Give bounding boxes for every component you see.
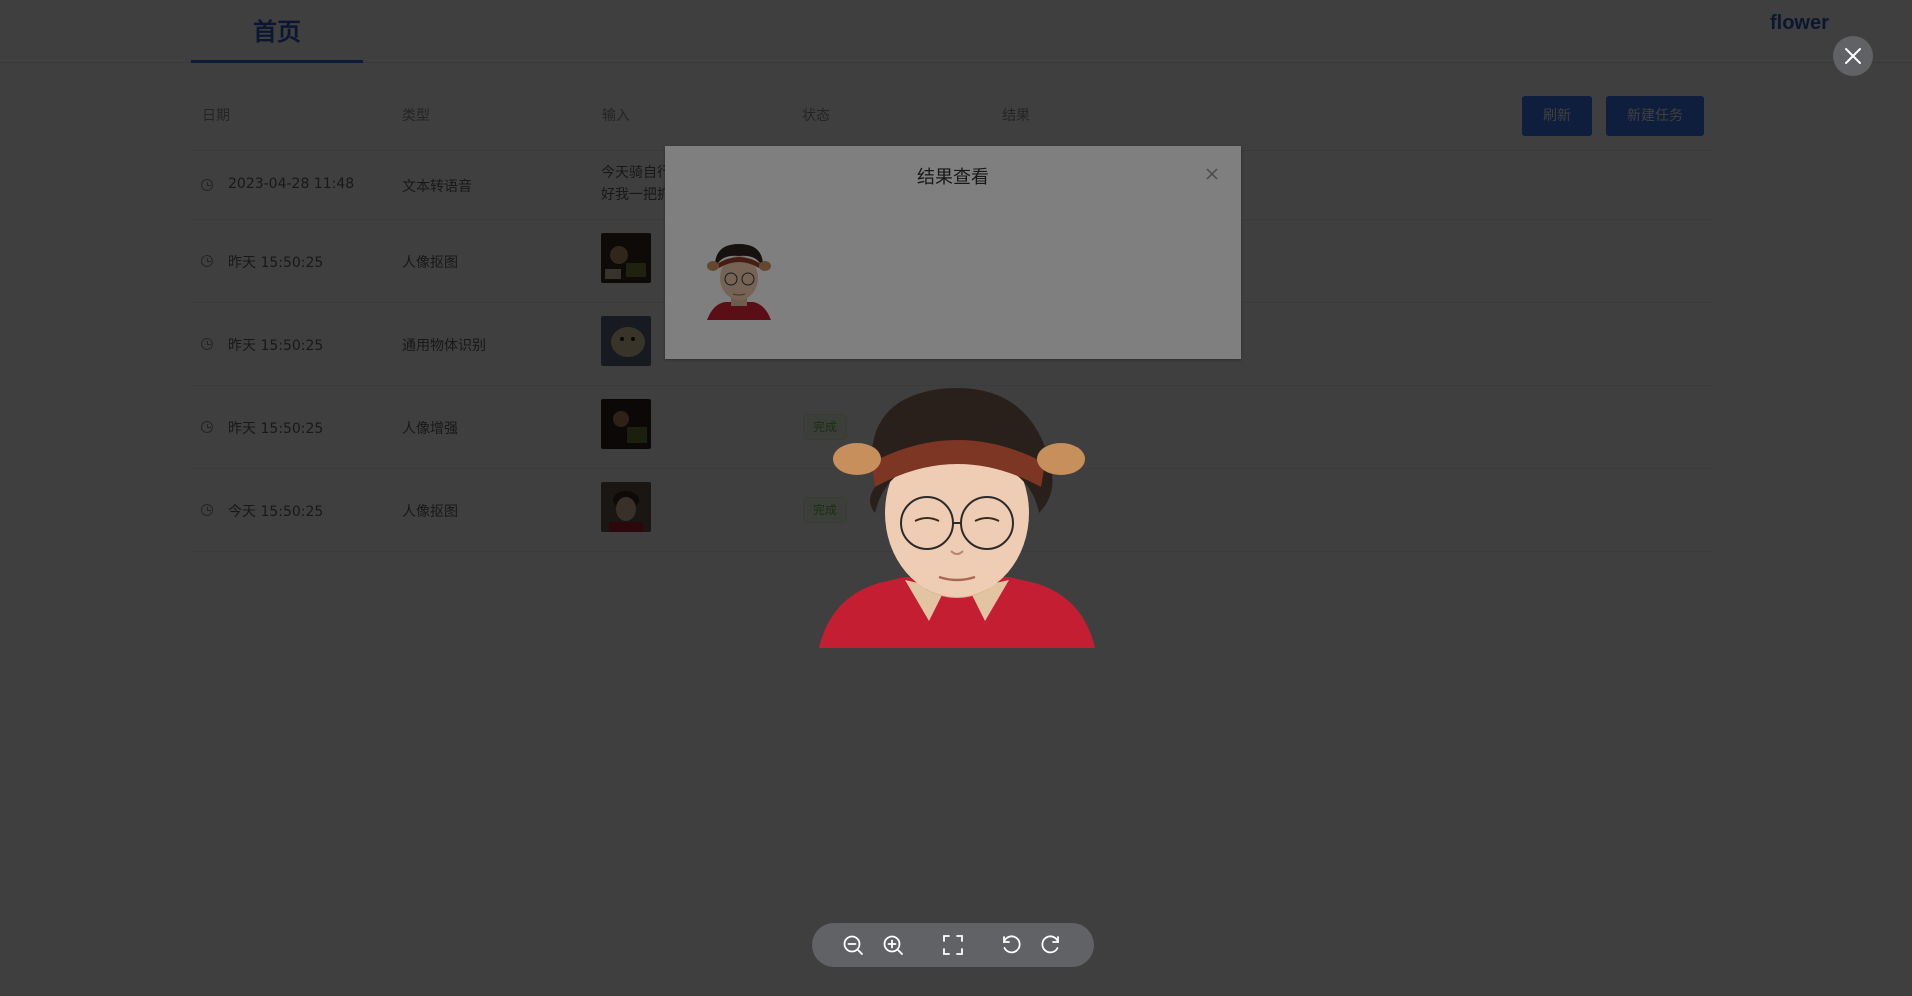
viewer-toolbar bbox=[812, 923, 1094, 967]
zoom-in-icon[interactable] bbox=[881, 933, 905, 957]
zoom-out-icon[interactable] bbox=[841, 933, 865, 957]
fullscreen-icon[interactable] bbox=[941, 933, 965, 957]
viewer-close-button[interactable] bbox=[1833, 36, 1873, 76]
close-icon bbox=[1845, 48, 1861, 64]
preview-image[interactable] bbox=[817, 375, 1097, 648]
rotate-left-icon[interactable] bbox=[999, 933, 1023, 957]
rotate-right-icon[interactable] bbox=[1039, 933, 1063, 957]
